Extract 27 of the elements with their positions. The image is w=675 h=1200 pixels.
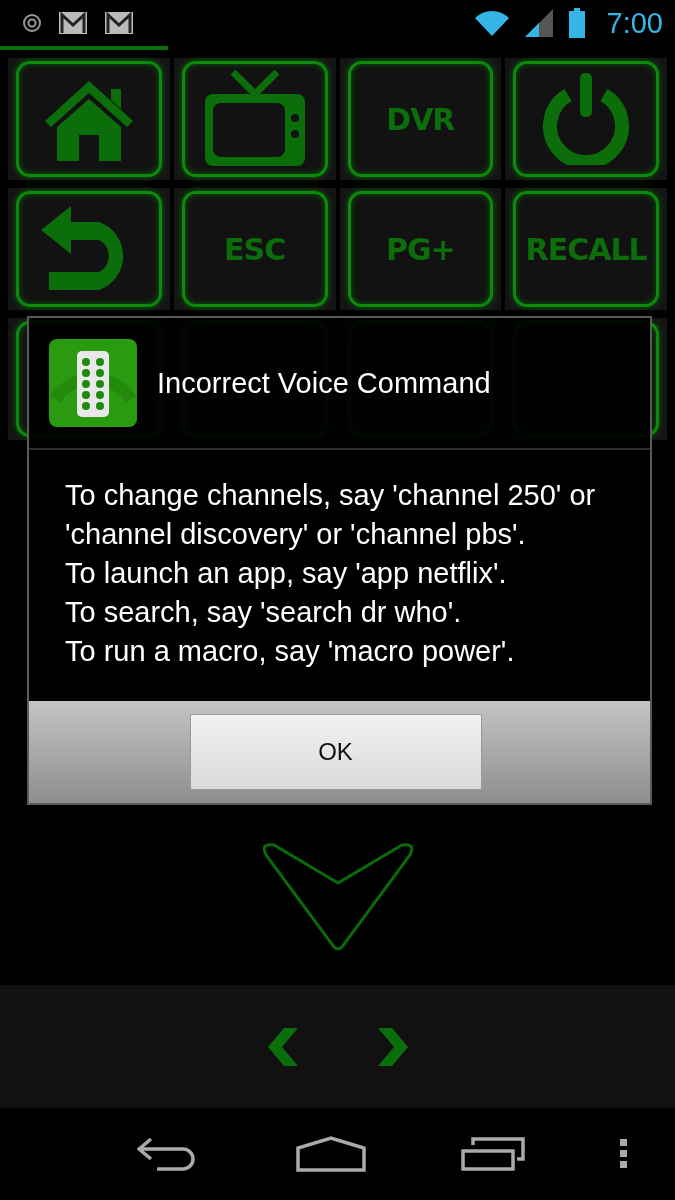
ok-button[interactable]: OK <box>189 714 482 790</box>
dialog-message: To search, say 'search dr who'. <box>65 595 463 630</box>
dialog-message: To change channels, say 'channel 250' or 'channel discovery' or 'channel pbs'. <box>65 478 597 552</box>
dialog-message: To launch an app, say 'app netflix'. <box>65 556 508 591</box>
home-button[interactable] <box>16 61 162 177</box>
mail-icon <box>104 11 134 35</box>
remote-button[interactable]: RECALL <box>513 191 659 307</box>
recent-apps-icon[interactable] <box>460 1137 525 1171</box>
remote-button[interactable]: PG+ <box>347 191 494 307</box>
tv-icon <box>202 70 307 168</box>
remote-button[interactable]: ESC <box>181 191 328 307</box>
remote-app-icon <box>49 339 137 427</box>
clock: 7:00 <box>606 6 663 40</box>
remote-button[interactable]: DVR <box>347 61 494 177</box>
battery-icon <box>568 8 585 38</box>
wifi-icon <box>474 10 509 36</box>
dialog-title: Incorrect Voice Command <box>157 366 491 400</box>
back-button[interactable] <box>16 191 162 307</box>
home-icon[interactable] <box>296 1136 367 1172</box>
chevron-left-icon[interactable] <box>267 1027 298 1066</box>
dialog-message: To run a macro, say 'macro power'. <box>65 634 516 669</box>
signal-icon <box>524 9 553 37</box>
power-button[interactable] <box>513 61 659 177</box>
chevron-right-icon[interactable] <box>377 1027 408 1066</box>
mail-icon <box>58 11 88 35</box>
tv-button[interactable] <box>181 61 328 177</box>
menu-icon[interactable] <box>619 1139 628 1169</box>
